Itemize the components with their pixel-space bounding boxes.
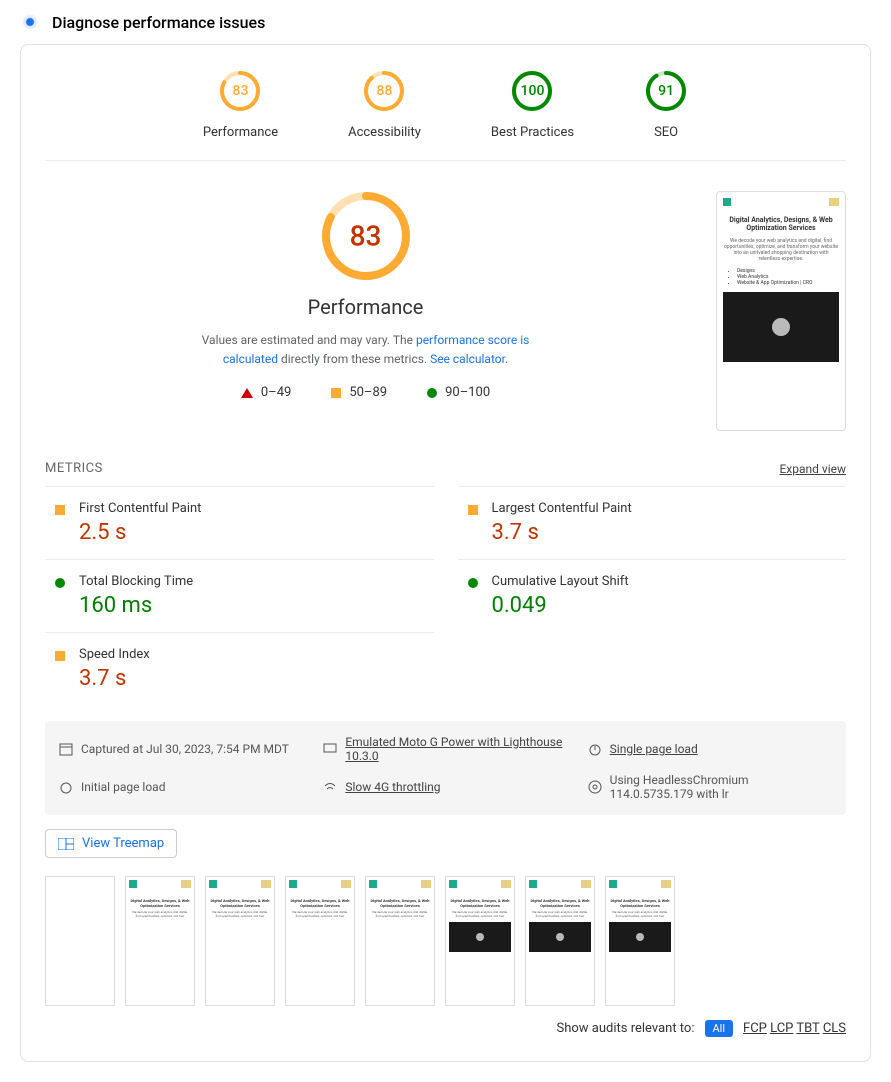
performance-section: 83 Performance Values are estimated and … — [45, 191, 686, 431]
see-calculator-link[interactable]: See calculator. — [430, 352, 508, 366]
filmstrip-frame[interactable]: Digital Analytics, Designs, & Web Optimi… — [205, 876, 275, 1006]
performance-score: 83 — [350, 220, 382, 253]
page-header: Diagnose performance issues — [0, 0, 891, 44]
metric-row: Cumulative Layout Shift 0.049 — [458, 559, 847, 632]
filmstrip-frame[interactable]: Digital Analytics, Designs, & Web Optimi… — [125, 876, 195, 1006]
throttle-link[interactable]: Slow 4G throttling — [345, 780, 440, 794]
filmstrip-frame[interactable]: Digital Analytics, Designs, & Web Optimi… — [365, 876, 435, 1006]
capture-info: Captured at Jul 30, 2023, 7:54 PM MDT Em… — [45, 721, 846, 815]
gauge-best-practices[interactable]: 100 Best Practices — [491, 69, 574, 140]
metric-name: First Contentful Paint — [79, 501, 201, 516]
metric-value: 0.049 — [492, 593, 629, 618]
wifi-icon — [323, 780, 337, 794]
filmstrip: Digital Analytics, Designs, & Web Optimi… — [45, 876, 846, 1006]
category-gauges: 83 Performance 88 Accessibility 100 Best… — [45, 69, 846, 161]
filter-fcp[interactable]: FCP — [743, 1021, 767, 1036]
metric-value: 3.7 s — [492, 520, 632, 545]
square-icon — [331, 388, 341, 398]
filter-lcp[interactable]: LCP — [770, 1021, 793, 1036]
metric-value: 3.7 s — [79, 666, 150, 691]
performance-title: Performance — [45, 295, 686, 319]
performance-gauge: 83 — [321, 191, 411, 281]
status-icon — [55, 651, 65, 691]
metrics-heading: METRICS — [45, 461, 103, 476]
status-icon — [55, 578, 65, 618]
metric-row: Speed Index 3.7 s — [45, 632, 434, 705]
metric-name: Total Blocking Time — [79, 574, 193, 589]
triangle-icon — [241, 388, 253, 398]
gauge-seo[interactable]: 91 SEO — [644, 69, 688, 140]
load-type-link[interactable]: Single page load — [610, 742, 698, 756]
treemap-icon — [58, 838, 74, 850]
calendar-icon — [59, 742, 73, 756]
metric-row: Largest Contentful Paint 3.7 s — [458, 486, 847, 559]
circle-icon — [427, 388, 437, 398]
metric-value: 2.5 s — [79, 520, 201, 545]
device-link[interactable]: Emulated Moto G Power with Lighthouse 10… — [345, 735, 567, 763]
metric-name: Largest Contentful Paint — [492, 501, 632, 516]
report-card: 83 Performance 88 Accessibility 100 Best… — [20, 44, 871, 1062]
filter-all[interactable]: All — [705, 1020, 734, 1037]
audit-filters: Show audits relevant to: All FCP LCP TBT… — [45, 1020, 846, 1037]
metric-row: Total Blocking Time 160 ms — [45, 559, 434, 632]
filmstrip-frame[interactable]: Digital Analytics, Designs, & Web Optimi… — [525, 876, 595, 1006]
gauge-accessibility[interactable]: 88 Accessibility — [348, 69, 421, 140]
filter-tbt[interactable]: TBT — [796, 1021, 819, 1036]
score-legend: 0–49 50–89 90–100 — [45, 385, 686, 400]
status-icon — [468, 578, 478, 618]
filmstrip-frame[interactable]: Digital Analytics, Designs, & Web Optimi… — [285, 876, 355, 1006]
view-treemap-button[interactable]: View Treemap — [45, 829, 177, 858]
metrics-grid: First Contentful Paint 2.5 s Largest Cont… — [45, 486, 846, 705]
metric-name: Cumulative Layout Shift — [492, 574, 629, 589]
filter-cls[interactable]: CLS — [823, 1021, 846, 1036]
expand-view-link[interactable]: Expand view — [779, 462, 846, 476]
lighthouse-icon — [20, 12, 40, 32]
device-icon — [323, 742, 337, 756]
page-screenshot: Digital Analytics, Designs, & Web Optimi… — [716, 191, 846, 431]
gauge-performance[interactable]: 83 Performance — [203, 69, 278, 140]
filmstrip-frame[interactable]: Digital Analytics, Designs, & Web Optimi… — [605, 876, 675, 1006]
page-title: Diagnose performance issues — [52, 13, 265, 32]
timer-icon — [588, 742, 602, 756]
status-icon — [468, 505, 478, 545]
status-icon — [55, 505, 65, 545]
filmstrip-frame[interactable] — [45, 876, 115, 1006]
stopwatch-icon — [59, 780, 73, 794]
metric-value: 160 ms — [79, 593, 193, 618]
performance-description: Values are estimated and may vary. The p… — [186, 331, 546, 369]
chrome-icon — [588, 780, 602, 794]
filmstrip-frame[interactable]: Digital Analytics, Designs, & Web Optimi… — [445, 876, 515, 1006]
metric-row: First Contentful Paint 2.5 s — [45, 486, 434, 559]
metric-name: Speed Index — [79, 647, 150, 662]
